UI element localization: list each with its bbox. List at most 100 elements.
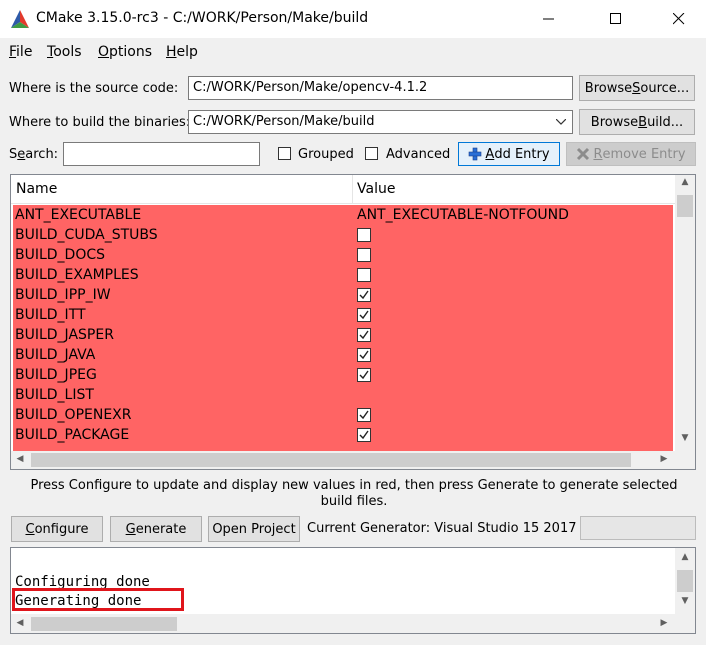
- advanced-label: Advanced: [386, 147, 451, 162]
- minimize-button[interactable]: [526, 0, 572, 38]
- checkmark-icon: [359, 410, 369, 420]
- menu-options[interactable]: Options: [98, 44, 152, 60]
- checkmark-icon: [359, 330, 369, 340]
- entry-name: BUILD_DOCS: [15, 247, 106, 263]
- configure-button[interactable]: Configure: [11, 516, 103, 542]
- table-row[interactable]: BUILD_CUDA_STUBS: [13, 225, 673, 245]
- search-label: Search:: [9, 147, 59, 162]
- table-row[interactable]: BUILD_EXAMPLES: [13, 265, 673, 285]
- title-bar[interactable]: CMake 3.15.0-rc3 - C:/WORK/Person/Make/b…: [0, 0, 706, 38]
- checkmark-icon: [359, 430, 369, 440]
- menu-help[interactable]: Help: [166, 44, 198, 60]
- source-path-input[interactable]: C:/WORK/Person/Make/opencv-4.1.2: [188, 76, 573, 100]
- browse-build-button[interactable]: Browse Build...: [579, 109, 695, 135]
- table-horizontal-scrollbar[interactable]: ◀ ▶: [11, 451, 695, 469]
- checkmark-icon: [359, 290, 369, 300]
- maximize-icon: [610, 13, 621, 24]
- column-header-name[interactable]: Name: [16, 181, 57, 197]
- progress-bar: [580, 516, 696, 540]
- scroll-left-arrow-icon[interactable]: ◀: [13, 618, 27, 628]
- advanced-checkbox[interactable]: [365, 147, 378, 160]
- entry-name: BUILD_LIST: [15, 387, 94, 403]
- table-body: ANT_EXECUTABLE ANT_EXECUTABLE-NOTFOUND BUI…: [13, 205, 673, 451]
- column-divider: [352, 175, 353, 203]
- add-entry-button[interactable]: Add Entry: [458, 142, 560, 166]
- info-text: Press Configure to update and display ne…: [30, 478, 678, 509]
- maximize-button[interactable]: [593, 0, 639, 38]
- source-label: Where is the source code:: [9, 81, 179, 96]
- log-vertical-scrollbar[interactable]: ▲ ▼: [675, 548, 695, 614]
- entry-value-checkbox[interactable]: [357, 408, 371, 422]
- entry-name: BUILD_OPENEXR: [15, 407, 132, 423]
- remove-icon: [577, 147, 590, 161]
- entry-value-checkbox[interactable]: [357, 428, 371, 442]
- entry-name: BUILD_PACKAGE: [15, 427, 130, 443]
- table-row[interactable]: BUILD_ITT: [13, 305, 673, 325]
- scroll-down-arrow-icon[interactable]: ▼: [675, 596, 695, 606]
- scroll-down-arrow-icon[interactable]: ▼: [675, 433, 695, 443]
- grouped-label: Grouped: [298, 147, 354, 162]
- table-vertical-scrollbar[interactable]: ▲ ▼: [675, 175, 695, 451]
- open-project-button[interactable]: Open Pro j ect: [208, 516, 300, 542]
- entry-value-checkbox[interactable]: [357, 348, 371, 362]
- entry-name: BUILD_IPP_IW: [15, 287, 111, 303]
- entry-name: BUILD_JASPER: [15, 327, 114, 343]
- table-row[interactable]: BUILD_JPEG: [13, 365, 673, 385]
- checkmark-icon: [359, 350, 369, 360]
- scroll-left-arrow-icon[interactable]: ◀: [13, 454, 27, 464]
- entry-value-checkbox[interactable]: [357, 228, 371, 242]
- cache-table[interactable]: Name Value ANT_EXECUTABLE ANT_EXECUTABLE-…: [10, 174, 696, 470]
- table-header: Name Value: [11, 175, 675, 204]
- generate-button[interactable]: Generate: [110, 516, 202, 542]
- table-row[interactable]: ANT_EXECUTABLE ANT_EXECUTABLE-NOTFOUND: [13, 205, 673, 225]
- entry-value-checkbox[interactable]: [357, 248, 371, 262]
- log-horizontal-scroll-thumb[interactable]: [31, 617, 177, 631]
- column-header-value[interactable]: Value: [357, 181, 395, 197]
- build-label: Where to build the binaries:: [9, 115, 191, 130]
- entry-value-checkbox[interactable]: [357, 288, 371, 302]
- entry-value-checkbox[interactable]: [357, 368, 371, 382]
- entry-name: ANT_EXECUTABLE: [15, 207, 142, 223]
- table-row[interactable]: BUILD_PACKAGE: [13, 425, 673, 445]
- log-horizontal-scrollbar[interactable]: ◀ ▶: [11, 614, 695, 633]
- entry-value-checkbox[interactable]: [357, 328, 371, 342]
- chevron-down-icon: [556, 119, 566, 125]
- scroll-right-arrow-icon[interactable]: ▶: [657, 454, 671, 464]
- table-row[interactable]: BUILD_JASPER: [13, 325, 673, 345]
- cmake-logo-icon: [11, 10, 29, 28]
- minimize-icon: [543, 18, 554, 20]
- table-row[interactable]: BUILD_DOCS: [13, 245, 673, 265]
- entry-name: BUILD_JAVA: [15, 347, 96, 363]
- grouped-checkbox[interactable]: [278, 147, 291, 160]
- current-generator-label: Current Generator: Visual Studio 15 2017: [307, 521, 577, 536]
- plus-icon: [469, 147, 482, 161]
- entry-value-text[interactable]: ANT_EXECUTABLE-NOTFOUND: [357, 207, 569, 223]
- entry-name: BUILD_JPEG: [15, 367, 97, 383]
- scroll-right-arrow-icon[interactable]: ▶: [657, 618, 671, 628]
- menu-file[interactable]: File: [9, 44, 32, 60]
- highlight-box: [12, 588, 184, 611]
- table-row[interactable]: BUILD_JAVA: [13, 345, 673, 365]
- table-row[interactable]: BUILD_LIST: [13, 385, 673, 405]
- entry-value-checkbox[interactable]: [357, 308, 371, 322]
- search-input[interactable]: [63, 142, 260, 166]
- output-log[interactable]: Configuring done Generating done ▲ ▼ ◀ ▶: [10, 547, 696, 634]
- entry-name: BUILD_ITT: [15, 307, 86, 323]
- scroll-up-arrow-icon[interactable]: ▲: [675, 177, 695, 187]
- entry-value-checkbox[interactable]: [357, 268, 371, 282]
- table-row[interactable]: BUILD_OPENEXR: [13, 405, 673, 425]
- close-icon: [673, 13, 685, 25]
- horizontal-scroll-thumb[interactable]: [31, 453, 631, 467]
- window-title: CMake 3.15.0-rc3 - C:/WORK/Person/Make/b…: [36, 10, 369, 26]
- checkmark-icon: [359, 370, 369, 380]
- browse-source-button[interactable]: Browse Source...: [579, 75, 695, 101]
- build-path-combobox[interactable]: C:/WORK/Person/Make/build: [188, 110, 573, 134]
- entry-name: BUILD_CUDA_STUBS: [15, 227, 158, 243]
- log-vertical-scroll-thumb[interactable]: [677, 570, 693, 592]
- scroll-up-arrow-icon[interactable]: ▲: [675, 552, 695, 562]
- remove-entry-button[interactable]: Remove Entry: [566, 142, 696, 166]
- vertical-scroll-thumb[interactable]: [677, 195, 693, 217]
- menu-tools[interactable]: Tools: [47, 44, 82, 60]
- table-row[interactable]: BUILD_IPP_IW: [13, 285, 673, 305]
- close-button[interactable]: [656, 0, 702, 38]
